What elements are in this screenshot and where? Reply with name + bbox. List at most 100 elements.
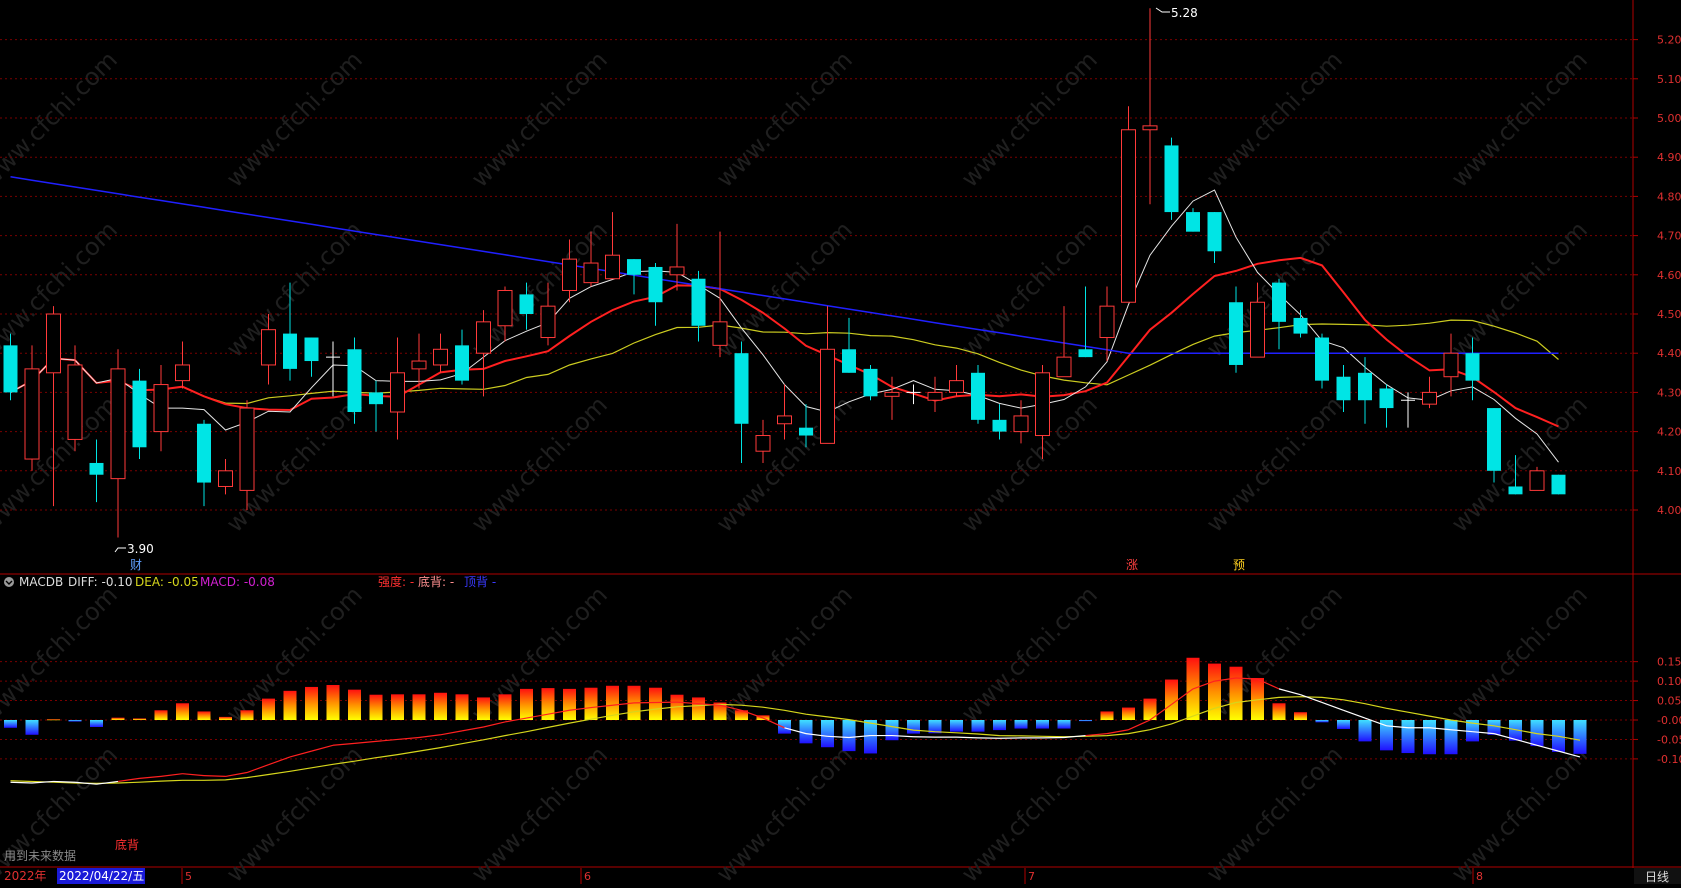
diff-line-segment [11,782,33,783]
candle [90,439,104,502]
candle [928,377,942,412]
crest-label: 顶背 - [464,575,496,589]
macd-bar [327,685,340,720]
macd-bar [198,711,211,720]
candle-body [928,392,942,400]
candle-body [1165,145,1179,212]
candle [950,365,964,396]
macd-bar [456,694,469,720]
macd-bar [305,687,318,720]
macd-bar [1423,720,1436,754]
candle [735,341,749,463]
watermark-text: www.cfchi.com [0,46,123,193]
macd-bar [241,710,254,720]
candle-body [1229,302,1243,365]
diff-value: DIFF: -0.10 [68,575,133,589]
candle [1315,334,1329,389]
candle-body [1143,126,1157,130]
watermark-text: www.cfchi.com [466,391,613,538]
candle-body [133,381,147,448]
watermark-text: www.cfchi.com [711,741,858,884]
macd-bar [993,720,1006,730]
candle-body [1380,388,1394,408]
watermark-text: www.cfchi.com [711,216,858,363]
candle-body [1552,475,1566,495]
candle-body [47,314,61,373]
macd-bar [972,720,985,732]
macd-bar [585,688,598,720]
candle [369,381,383,432]
macd-bar [1036,720,1049,729]
forecast-marker[interactable]: 预 [1233,558,1245,572]
watermark-text: www.cfchi.com [1446,46,1593,193]
watermark-text: www.cfchi.com [956,741,1103,884]
price-tick-label: 4.20 [1657,426,1681,439]
candle [1401,392,1415,427]
divergence-label: 底背: - [418,574,454,589]
low-price-label: 3.90 [127,542,154,556]
candle-body [4,345,18,392]
indicator-name[interactable]: MACDB [19,575,63,589]
diff-line-segment [290,751,312,757]
candle [412,334,426,389]
candle-body [1014,416,1028,432]
watermark-text: www.cfchi.com [1201,46,1348,193]
watermark-text: www.cfchi.com [711,46,858,193]
candle-body [348,349,362,412]
candle-body [498,290,512,325]
stock-chart-window: www.cfchi.com www.cfchi.com www.cfchi.com w… [0,0,1681,884]
price-tick-label: 4.30 [1657,386,1681,399]
macd-bar [477,697,490,720]
circle-chevron-icon[interactable] [4,577,14,587]
candle-body [1337,377,1351,401]
candle [627,259,641,294]
macd-bar [1402,720,1415,753]
candle [133,369,147,459]
macd-bar [4,720,17,728]
candle [756,420,770,463]
strength-label: 强度: - [378,574,414,589]
candle [434,334,448,373]
macd-bar [1294,712,1307,720]
macd-bar [520,689,533,720]
diff-line-segment [1322,702,1344,710]
high-price-label: 5.28 [1171,6,1198,20]
diff-line-segment [183,774,205,776]
macd-bar [413,694,426,720]
candle [348,338,362,424]
watermark-text: www.cfchi.com [0,391,123,538]
macd-bar [843,720,856,751]
macd-bar [133,718,146,720]
candle-body [1294,318,1308,334]
candle-body [305,338,319,362]
candle-body [1036,373,1050,436]
macd-bar [1488,720,1501,735]
watermark-text: www.cfchi.com [1201,741,1348,884]
macd-bar [348,690,361,720]
candle [1229,287,1243,373]
period-button-label[interactable]: 日线 [1645,870,1669,884]
financial-report-marker[interactable]: 财 [130,558,142,572]
macd-bar [69,720,82,722]
candle-body [821,349,835,443]
candle-body [25,369,39,459]
macd-bar [434,693,447,720]
month-label: 6 [584,870,591,883]
price-tick-label: 4.80 [1657,190,1681,203]
candle-body [756,436,770,452]
diff-line-segment [441,731,463,735]
dea-value: DEA: -0.05 [135,575,199,589]
macd-bar [778,720,791,734]
watermark-text: www.cfchi.com [956,46,1103,193]
diff-line-segment [419,735,441,738]
candle-body [1315,338,1329,381]
candle-body [1251,302,1265,357]
candle [455,330,469,385]
price-axis: 4.004.104.204.304.404.504.604.704.804.90… [1633,34,1681,517]
price-tick-label: 5.10 [1657,73,1681,86]
diff-line-segment [226,773,248,777]
diff-line-segment [957,737,979,738]
candle-body [283,334,297,369]
candle-body [197,424,211,483]
limit-up-marker[interactable]: 涨 [1126,557,1138,572]
